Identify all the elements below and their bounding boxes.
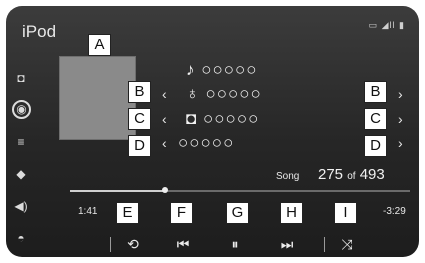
- album-next-arrow[interactable]: ›: [398, 111, 403, 127]
- pause-button[interactable]: ⏸: [218, 234, 252, 254]
- ipod-display: iPod ▭ ◢ll ▮ ◘ ◉ ≡ ◆ ◀) ◓ ♪ ○○○○○ ‹ ♁ ○○…: [6, 6, 419, 257]
- callout-b-left: B: [128, 81, 151, 103]
- source-icon[interactable]: ◘: [11, 68, 31, 88]
- callout-e: E: [116, 202, 139, 224]
- track-row: ○○○○○: [178, 133, 235, 152]
- sidebar: ◘ ◉ ≡ ◆ ◀) ◓: [6, 64, 42, 254]
- artist-prev-arrow[interactable]: ‹: [162, 86, 167, 102]
- track-prev-arrow[interactable]: ‹: [162, 135, 167, 151]
- artist-icon: ♁: [186, 84, 200, 103]
- callout-d-left: D: [128, 135, 151, 157]
- track-title: ♪ ○○○○○: [186, 60, 258, 79]
- music-note-icon: ♪: [186, 60, 196, 79]
- callout-i: I: [334, 202, 357, 224]
- previous-button[interactable]: ⏮: [166, 234, 200, 254]
- progress-knob[interactable]: [162, 187, 169, 193]
- playback-controls: ⟲ ⏮ ⏸ ⏭ ⤨: [106, 234, 366, 254]
- callout-c-left: C: [128, 108, 151, 130]
- sound-icon[interactable]: ◀): [11, 196, 31, 216]
- divider: [324, 237, 325, 252]
- song-count: 275 of 493: [318, 166, 385, 183]
- repeat-button[interactable]: ⟲: [116, 234, 150, 254]
- play-mode-icon[interactable]: ◉: [12, 100, 31, 119]
- callout-h: H: [280, 202, 303, 224]
- callout-a: A: [88, 34, 111, 56]
- album-icon: ◘: [186, 109, 198, 128]
- album-art: [59, 56, 136, 140]
- next-button[interactable]: ⏭: [270, 234, 304, 254]
- album-prev-arrow[interactable]: ‹: [162, 111, 167, 127]
- divider: [110, 237, 111, 252]
- view-icon[interactable]: ◆: [11, 164, 31, 184]
- song-label: Song: [276, 171, 300, 182]
- status-icons: ▭ ◢ll ▮: [368, 20, 405, 30]
- callout-g: G: [226, 202, 249, 224]
- callout-b-right: B: [364, 81, 387, 103]
- callout-f: F: [170, 202, 193, 224]
- elapsed-time: 1:41: [78, 206, 98, 217]
- shuffle-button[interactable]: ⤨: [330, 234, 364, 254]
- progress-bar[interactable]: [70, 187, 410, 193]
- album-row: ◘ ○○○○○: [186, 109, 260, 128]
- callout-d-right: D: [364, 135, 387, 157]
- artist-row: ♁ ○○○○○: [186, 84, 262, 103]
- app-title: iPod: [22, 22, 57, 41]
- remaining-time: -3:29: [383, 206, 406, 217]
- progress-fill: [70, 190, 166, 192]
- settings-icon[interactable]: ◓: [11, 228, 31, 248]
- track-next-arrow[interactable]: ›: [398, 135, 403, 151]
- screen: iPod ▭ ◢ll ▮ ◘ ◉ ≡ ◆ ◀) ◓ ♪ ○○○○○ ‹ ♁ ○○…: [0, 0, 425, 263]
- artist-next-arrow[interactable]: ›: [398, 86, 403, 102]
- callout-c-right: C: [364, 108, 387, 130]
- list-icon[interactable]: ≡: [11, 132, 31, 152]
